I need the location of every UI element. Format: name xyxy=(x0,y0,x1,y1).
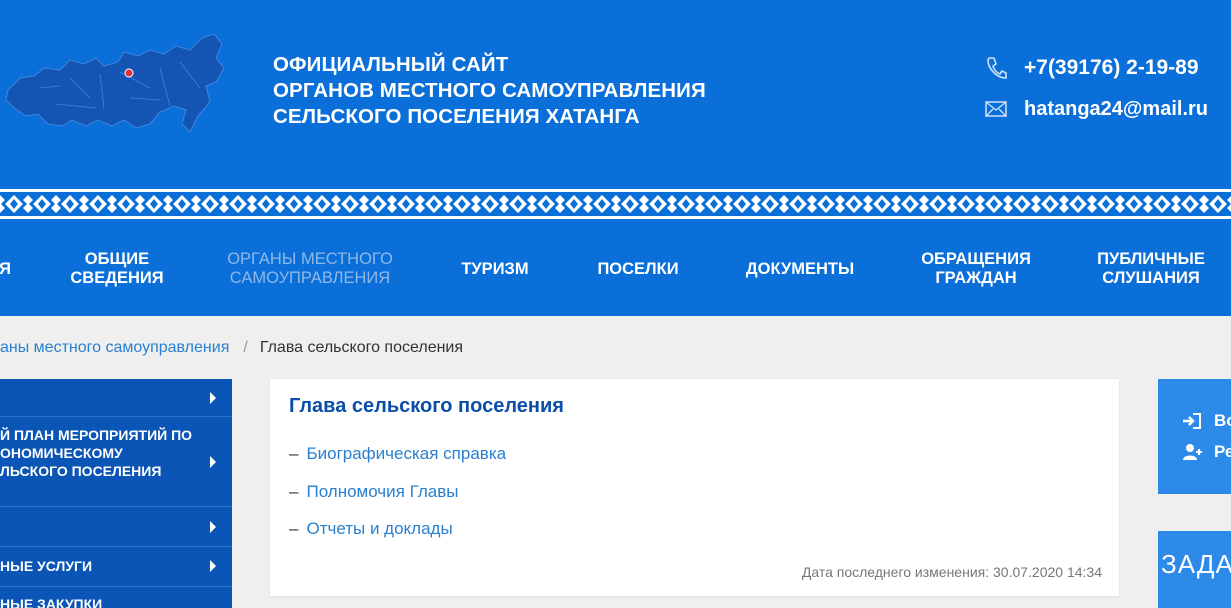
phone-contact[interactable]: +7(39176) 2-19-89 xyxy=(984,55,1199,81)
powers-link[interactable]: Полномочия Главы xyxy=(306,482,458,501)
sign-in-icon xyxy=(1183,413,1201,429)
site-title-line-1: ОФИЦИАЛЬНЫЙ САЙТ xyxy=(273,53,509,76)
register-button[interactable]: Ре xyxy=(1182,442,1231,462)
site-title: ОФИЦИАЛЬНЫЙ САЙТ ОРГАНОВ МЕСТНОГО САМОУП… xyxy=(273,52,706,130)
content-card: Глава сельского поселения – Биографическа… xyxy=(270,379,1119,596)
page-title: Глава сельского поселения xyxy=(289,395,564,417)
ask-question-button[interactable]: ЗАДА xyxy=(1158,531,1231,608)
site-header: ОФИЦИАЛЬНЫЙ САЙТ ОРГАНОВ МЕСТНОГО САМОУП… xyxy=(0,0,1231,186)
reports-link[interactable]: Отчеты и доклады xyxy=(306,519,452,538)
sidebar-item-2[interactable]: Й ПЛАН МЕРОПРИЯТИЙ ПО ОНОМИЧЕСКОМУ ЛЬСКО… xyxy=(0,417,232,507)
nav-item-partial[interactable]: Я xyxy=(0,222,12,316)
breadcrumb-separator: / xyxy=(243,339,248,356)
breadcrumb-current: Глава сельского поселения xyxy=(259,339,464,356)
main-nav: Я ОБЩИЕ СВЕДЕНИЯ ОРГАНЫ МЕСТНОГО САМОУПРАВ… xyxy=(0,222,1231,316)
list-item: – Полномочия Главы xyxy=(289,482,459,501)
site-title-line-2: ОРГАНОВ МЕСТНОГО САМОУПРАВЛЕНИЯ xyxy=(273,79,706,102)
chevron-right-icon xyxy=(210,521,216,533)
email-address[interactable]: hatanga24@mail.ru xyxy=(1024,98,1208,121)
list-item: – Биографическая справка xyxy=(289,444,507,463)
sidebar-item-4[interactable]: НЫЕ УСЛУГИ xyxy=(0,547,232,587)
nav-item-general-info[interactable]: ОБЩИЕ СВЕДЕНИЯ xyxy=(57,222,177,316)
nav-item-documents[interactable]: ДОКУМЕНТЫ xyxy=(730,222,870,316)
sidebar-item-1[interactable] xyxy=(0,379,232,417)
last-modified-date: Дата последнего изменения: 30.07.2020 14… xyxy=(801,564,1102,580)
login-button[interactable]: Во xyxy=(1182,411,1231,431)
sidebar-menu: Й ПЛАН МЕРОПРИЯТИЙ ПО ОНОМИЧЕСКОМУ ЛЬСКО… xyxy=(0,379,232,608)
phone-number[interactable]: +7(39176) 2-19-89 xyxy=(1024,56,1199,80)
sidebar-item-3[interactable] xyxy=(0,507,232,547)
nav-item-public-hearings[interactable]: ПУБЛИЧНЫЕ СЛУШАНИЯ xyxy=(1085,222,1217,316)
nav-item-local-government[interactable]: ОРГАНЫ МЕСТНОГО САМОУПРАВЛЕНИЯ xyxy=(220,222,400,316)
biography-link[interactable]: Биографическая справка xyxy=(306,444,506,463)
email-contact[interactable]: hatanga24@mail.ru xyxy=(984,96,1208,122)
russia-map-logo[interactable] xyxy=(0,28,232,140)
nav-item-settlements[interactable]: ПОСЕЛКИ xyxy=(585,222,691,316)
envelope-icon xyxy=(984,96,1008,122)
chevron-right-icon xyxy=(210,392,216,404)
login-widget: Во Ре xyxy=(1158,379,1231,494)
nav-item-tourism[interactable]: ТУРИЗМ xyxy=(445,222,545,316)
breadcrumb: аны местного самоуправления / Глава сельск… xyxy=(0,339,463,357)
breadcrumb-parent-link[interactable]: аны местного самоуправления xyxy=(0,339,229,356)
nav-item-citizen-appeals[interactable]: ОБРАЩЕНИЯ ГРАЖДАН xyxy=(910,222,1042,316)
list-item: – Отчеты и доклады xyxy=(289,519,453,538)
sidebar-item-5[interactable]: НЫЕ ЗАКУПКИ xyxy=(0,587,232,608)
chevron-right-icon xyxy=(210,560,216,572)
site-title-line-3: СЕЛЬСКОГО ПОСЕЛЕНИЯ ХАТАНГА xyxy=(273,105,640,128)
ornament-band xyxy=(0,186,1231,222)
phone-icon xyxy=(984,55,1008,81)
user-plus-icon xyxy=(1183,444,1202,460)
chevron-right-icon xyxy=(210,456,216,468)
